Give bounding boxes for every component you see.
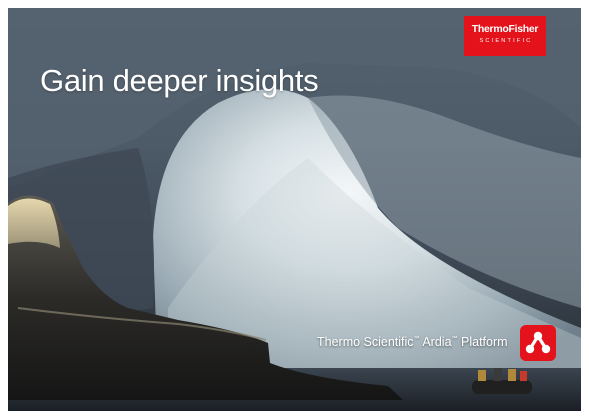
thermofisher-logo[interactable]: ThermoFisher SCIENTIFIC	[464, 16, 546, 56]
platform-brand: Thermo Scientific	[317, 335, 414, 349]
logo-subline: SCIENTIFIC	[479, 38, 533, 44]
logo-wordmark: ThermoFisher	[471, 23, 539, 35]
platform-product: Ardia	[419, 335, 452, 349]
platform-name: Thermo Scientific™ Ardia™ Platform	[317, 335, 508, 349]
ardia-network-icon[interactable]	[520, 325, 556, 361]
platform-suffix: Platform	[457, 335, 508, 349]
hero-banner: Gain deeper insights ThermoFisher SCIENT…	[8, 8, 581, 411]
page-title: Gain deeper insights	[40, 63, 319, 98]
